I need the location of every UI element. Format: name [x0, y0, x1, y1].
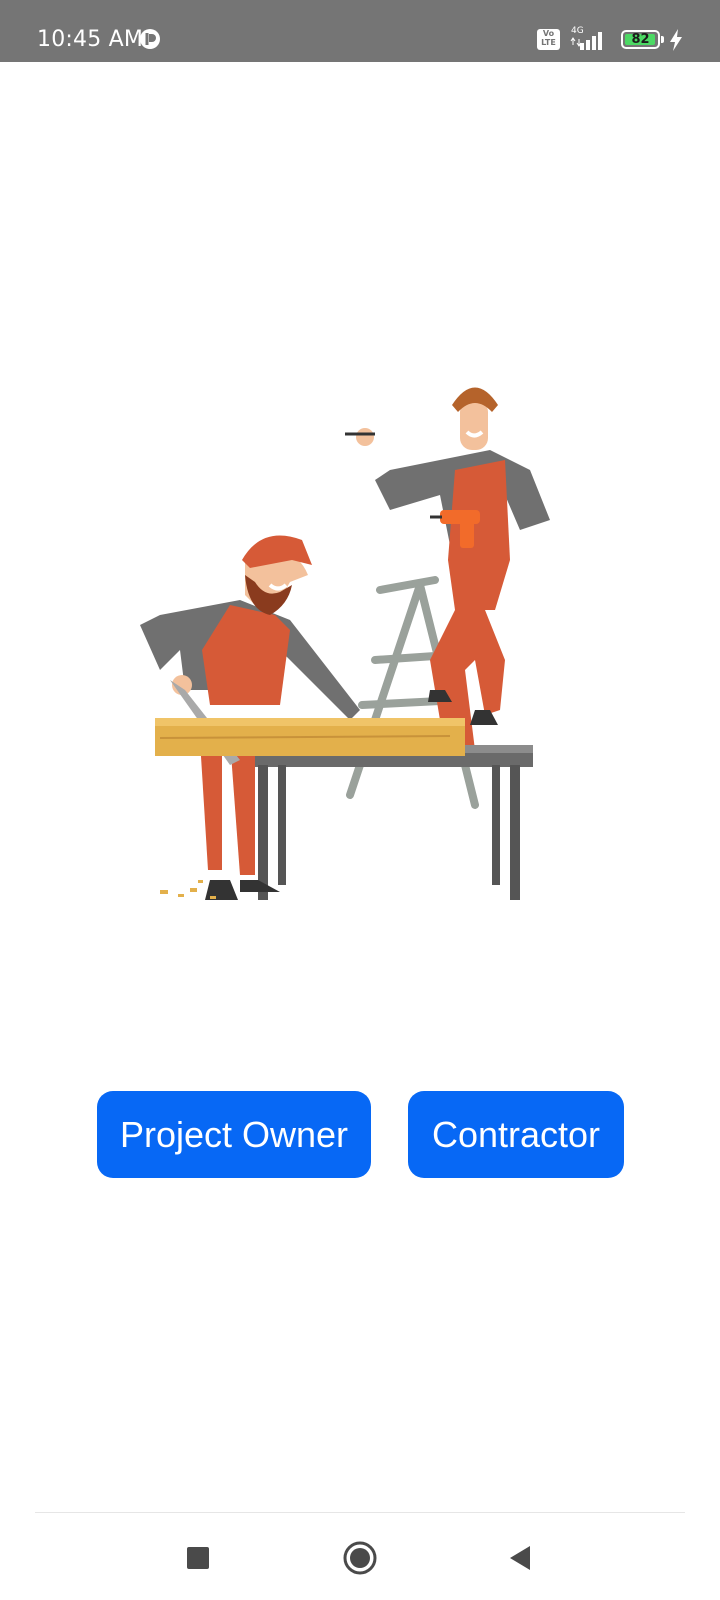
contractor-button[interactable]: Contractor	[408, 1091, 624, 1178]
battery-level: 82	[631, 32, 650, 47]
signal-icon	[570, 32, 602, 50]
workbench	[248, 745, 533, 900]
worker-with-saw	[140, 535, 360, 900]
worker-with-drill	[345, 387, 550, 750]
home-icon[interactable]	[340, 1538, 380, 1578]
nav-divider	[35, 1512, 685, 1513]
back-icon[interactable]	[500, 1538, 540, 1578]
status-bar: 10:45 AM Vo LTE 4G 82	[0, 0, 720, 62]
volte-icon: Vo LTE	[537, 29, 560, 50]
recents-icon[interactable]	[178, 1538, 218, 1578]
carpenters-workshop-illustration	[140, 387, 550, 900]
app-notification-icon	[140, 29, 160, 49]
status-time: 10:45 AM	[37, 27, 144, 52]
charging-icon	[670, 29, 682, 51]
project-owner-button[interactable]: Project Owner	[97, 1091, 371, 1178]
battery-icon: 82	[621, 30, 664, 49]
wooden-plank	[155, 718, 465, 756]
